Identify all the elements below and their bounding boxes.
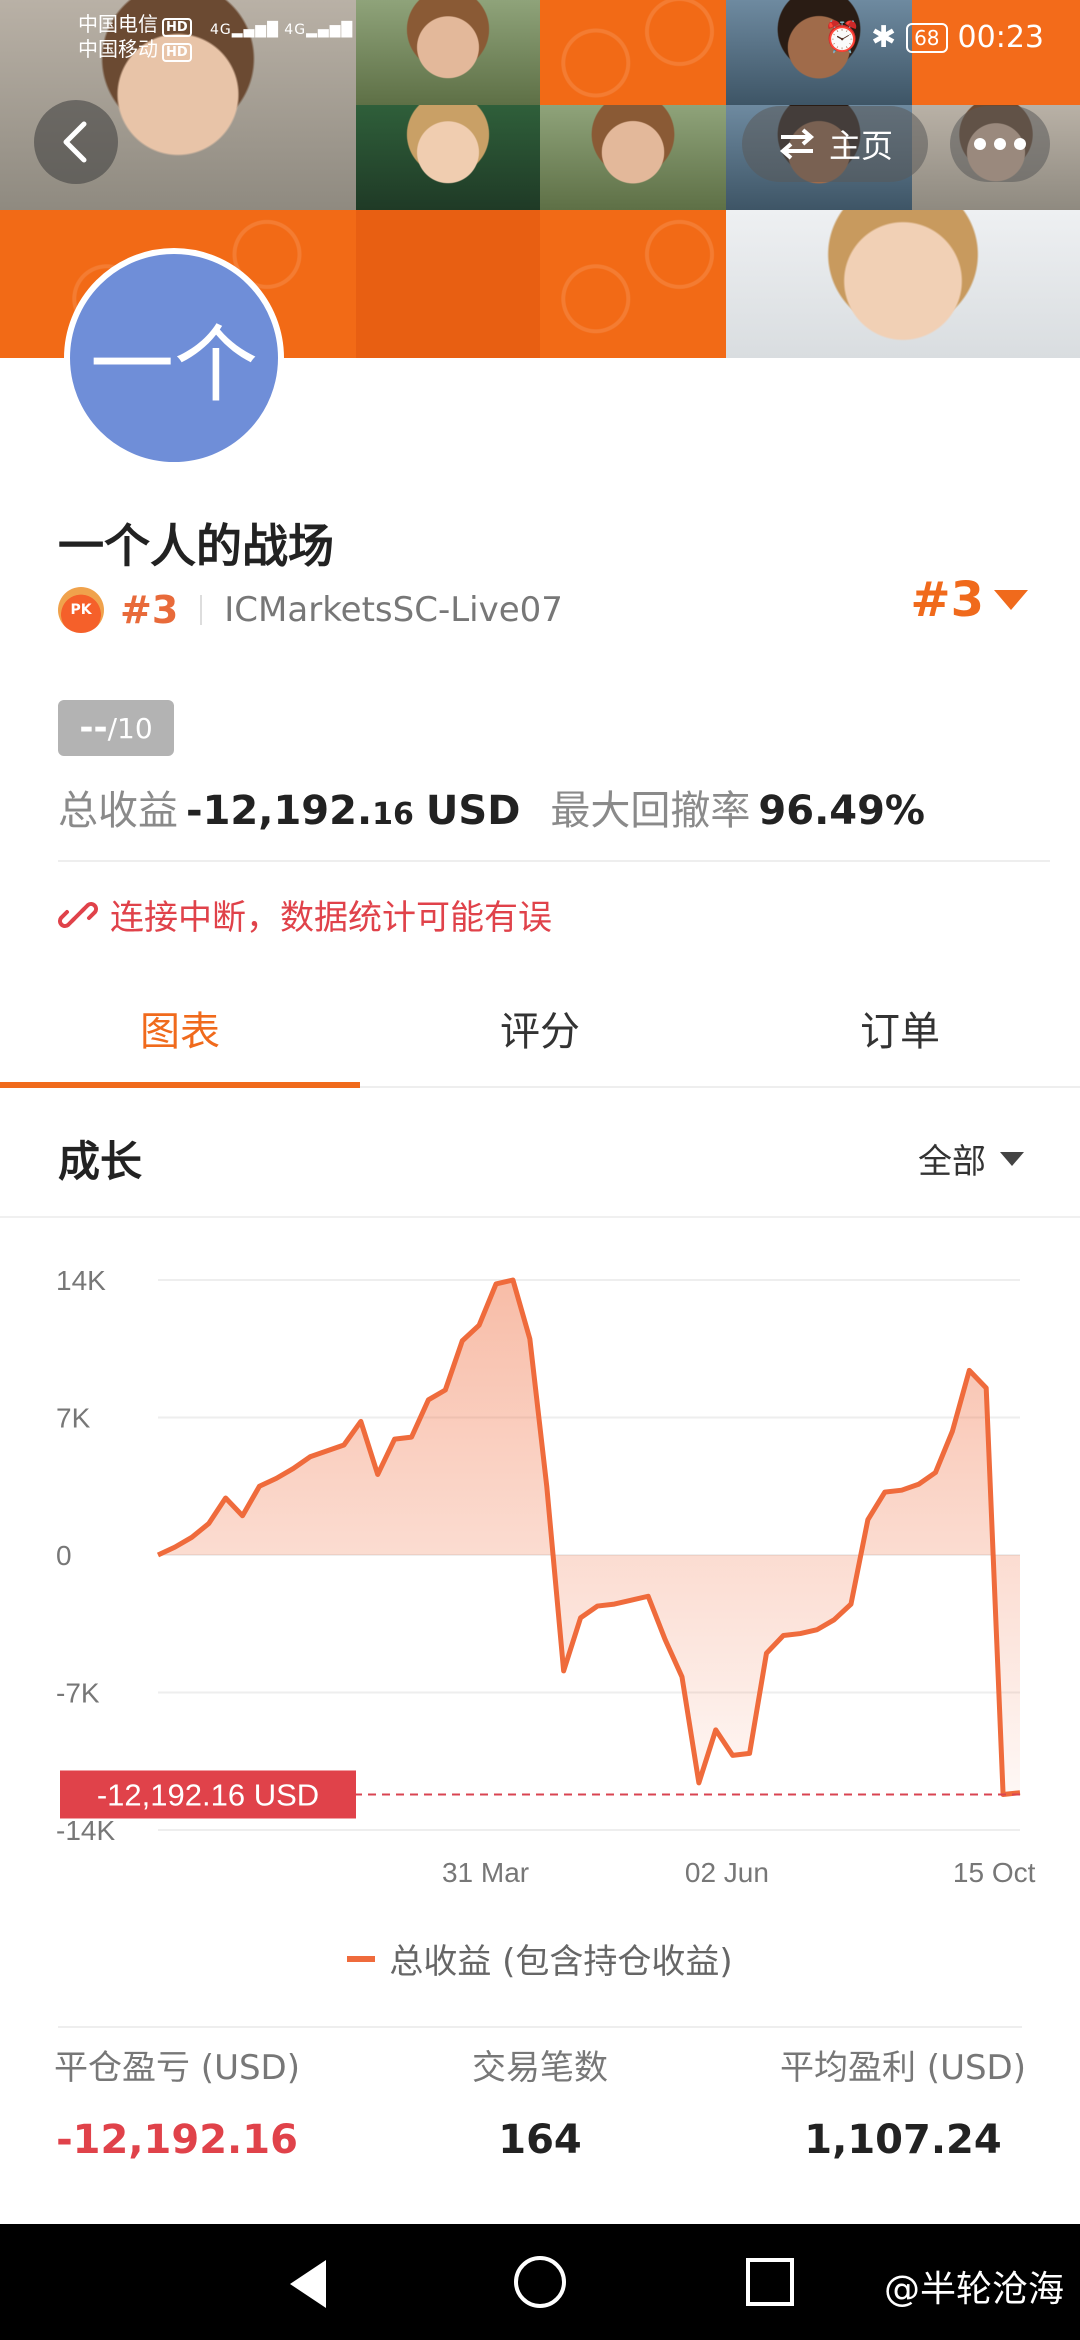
stat-label: 平仓盈亏 (USD): [54, 2048, 300, 2088]
broken-link-icon: [58, 901, 98, 928]
y-tick-label: 7K: [56, 1403, 91, 1434]
period-dropdown[interactable]: 全部: [918, 1134, 1024, 1183]
stat-value: 1,107.24: [804, 2117, 1002, 2163]
pk-flame-icon: PK: [58, 587, 104, 633]
rank-row: PK #3 ICMarketsSC-Live07: [58, 582, 563, 638]
series-area: [158, 1280, 1020, 1795]
status-right: ⏰ ✱ 68 00:23: [824, 20, 1044, 55]
more-icon: [994, 138, 1006, 150]
stat-value: 164: [498, 2117, 582, 2163]
hd-badge: HD: [162, 43, 192, 62]
system-nav-bar: @半轮沧海: [0, 2224, 1080, 2340]
bluetooth-icon: ✱: [870, 20, 897, 55]
banner-photo: [356, 105, 540, 210]
rank-dropdown-label: #3: [910, 572, 984, 628]
avatar[interactable]: 一个: [64, 248, 284, 468]
stat-trades: 交易笔数 164: [472, 2040, 608, 2163]
x-tick-label: 02 Jun: [685, 1857, 769, 1888]
system-recents-icon[interactable]: [746, 2258, 794, 2306]
divider: [58, 860, 1050, 862]
alarm-icon: ⏰: [823, 20, 861, 55]
banner-pattern: [356, 210, 540, 358]
profit-summary: 总收益 -12,192. 16 USD 最大回撤率 96.49%: [58, 778, 925, 836]
more-button[interactable]: [950, 106, 1050, 182]
score-max: /10: [107, 711, 153, 745]
chart-canvas: 14K 7K 0 -7K -14K-12,192.16 USD 31 Mar 02 Jun 1…: [56, 1265, 1036, 1888]
system-back-icon[interactable]: [290, 2260, 326, 2308]
more-icon: [974, 138, 986, 150]
banner-pattern: [540, 210, 726, 358]
tab-bar: 图表 评分 订单: [0, 970, 1080, 1088]
chevron-left-icon: [63, 121, 87, 163]
y-tick-label: 14K: [56, 1265, 106, 1296]
section-title: 成长: [58, 1137, 143, 1186]
bottom-stats: 平仓盈亏 (USD) -12,192.16 交易笔数 164 平均盈利 (USD…: [0, 2040, 1080, 2163]
current-value-label: -12,192.16 USD: [97, 1777, 319, 1812]
drawdown-value: 96.49%: [758, 788, 926, 834]
triangle-down-icon: [994, 590, 1028, 610]
clock: 00:23: [957, 20, 1044, 55]
alert-text: 连接中断，数据统计可能有误: [110, 898, 552, 938]
stat-label: 平均盈利 (USD): [780, 2048, 1026, 2088]
growth-header: 成长 全部: [0, 1100, 1080, 1218]
battery-icon: 68: [906, 22, 948, 53]
tab-score[interactable]: 评分: [360, 970, 720, 1086]
status-bar: 中国电信 HD 中国移动 HD 4G▂▄▆█ 4G▂▄▆█ ⏰ ✱ 68 00:23: [0, 8, 1080, 68]
connection-alert: 连接中断，数据统计可能有误: [58, 890, 552, 939]
total-profit-decimals: 16: [372, 797, 414, 832]
stat-avg-profit: 平均盈利 (USD) 1,107.24: [780, 2040, 1026, 2163]
carrier-label: 中国电信: [78, 12, 158, 36]
triangle-down-icon: [1000, 1151, 1024, 1166]
divider: [58, 2026, 1022, 2028]
rank-label: #3: [120, 588, 179, 632]
back-button[interactable]: [34, 100, 118, 184]
growth-chart: 14K 7K 0 -7K -14K -12,192.16 USD 31 Mar 02 Jun 1…: [0, 1230, 1080, 1930]
hd-badge: HD: [162, 18, 192, 37]
legend-label: 总收益 (包含持仓收益): [389, 1942, 733, 1982]
carrier-info: 中国电信 HD 中国移动 HD: [78, 12, 192, 62]
chart-legend: 总收益 (包含持仓收益): [0, 1934, 1080, 1983]
stat-label: 交易笔数: [472, 2048, 608, 2088]
legend-swatch: [347, 1955, 376, 1962]
swap-icon: [779, 128, 815, 160]
y-tick-label: -14K: [56, 1815, 115, 1846]
score-badge: --/10: [58, 700, 174, 756]
period-label: 全部: [918, 1142, 986, 1182]
network-type: 4G: [210, 22, 232, 38]
x-tick-label: 15 Oct: [953, 1857, 1036, 1888]
total-profit-label: 总收益: [58, 788, 178, 834]
home-label: 主页: [828, 127, 893, 165]
stat-value: -12,192.16: [56, 2117, 298, 2163]
total-profit-value: -12,192.: [186, 788, 373, 834]
tab-chart[interactable]: 图表: [0, 970, 360, 1088]
watermark: @半轮沧海: [883, 2269, 1064, 2310]
server-name: ICMarketsSC-Live07: [224, 590, 563, 630]
tab-orders[interactable]: 订单: [720, 970, 1080, 1086]
score-value: --: [79, 708, 108, 748]
rank-dropdown[interactable]: #3: [910, 572, 1028, 628]
x-tick-label: 31 Mar: [442, 1857, 529, 1888]
system-home-icon[interactable]: [514, 2256, 566, 2308]
carrier-label: 中国移动: [78, 37, 158, 61]
divider: [200, 595, 203, 625]
drawdown-label: 最大回撤率: [550, 788, 751, 834]
signal-icon: 4G▂▄▆█ 4G▂▄▆█: [210, 22, 354, 38]
y-tick-label: 0: [56, 1540, 72, 1571]
banner-photo: [726, 210, 1080, 358]
network-type: 4G: [284, 22, 307, 38]
stat-closed-pl: 平仓盈亏 (USD) -12,192.16: [54, 2040, 300, 2163]
banner-photo: [540, 105, 726, 210]
home-button[interactable]: 主页: [742, 106, 928, 182]
y-tick-label: -7K: [56, 1678, 100, 1709]
total-profit-unit: USD: [425, 788, 521, 834]
more-icon: [1014, 138, 1026, 150]
profile-name: 一个人的战场: [58, 519, 334, 573]
